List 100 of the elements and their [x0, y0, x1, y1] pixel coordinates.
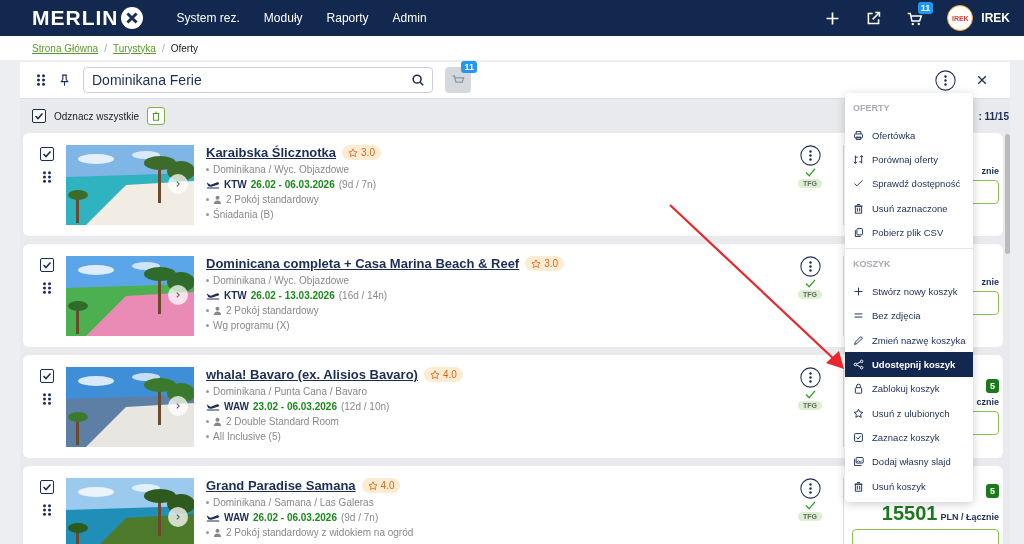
checkbox[interactable] — [32, 109, 46, 123]
menu-item[interactable]: Pobierz plik CSV — [845, 220, 973, 245]
check-icon — [804, 279, 816, 288]
drag-handle-icon[interactable] — [42, 503, 52, 517]
menu-item[interactable]: Porównaj oferty — [845, 147, 973, 172]
rating-value: 4.0 — [380, 480, 395, 491]
chevron-right-icon — [174, 513, 182, 521]
breadcrumb-link[interactable]: Strona Główna — [32, 42, 99, 54]
lock-icon — [853, 383, 864, 395]
nav-link[interactable]: System rez. — [176, 11, 240, 25]
duration-text: (12d / 10n) — [340, 401, 390, 412]
more-options-icon[interactable] — [799, 367, 821, 388]
search-field[interactable]: Dominikana Ferie — [83, 67, 433, 93]
price: 15501 — [881, 501, 938, 525]
user-name[interactable]: IREK — [981, 11, 1010, 25]
count-badge: 5 — [986, 483, 999, 498]
plane-icon — [206, 512, 220, 523]
menu-item[interactable]: Ofertówka — [845, 123, 973, 148]
nav-link[interactable]: Admin — [392, 11, 427, 25]
plus-icon — [853, 286, 864, 298]
pin-icon[interactable] — [58, 73, 71, 87]
location-text: Dominikana / Wyc. Objazdowe — [213, 164, 350, 175]
bullet — [206, 324, 209, 327]
delete-button[interactable] — [147, 107, 166, 125]
checkbox[interactable] — [40, 147, 54, 161]
menu-item[interactable]: Zmień nazwę koszyka — [845, 328, 973, 353]
chevron-right-icon — [174, 291, 182, 299]
offer-title-link[interactable]: Karaibska Ślicznotka — [206, 145, 337, 160]
airport-code: KTW — [224, 179, 247, 190]
nav-link[interactable]: Raporty — [326, 11, 369, 25]
plane-icon — [206, 179, 220, 190]
pencil-icon — [853, 334, 864, 346]
images-icon — [853, 456, 864, 468]
chevron-right-icon — [174, 180, 182, 188]
travel-dates: 26.02 - 13.03.2026 — [250, 290, 335, 301]
menu-item[interactable]: Bez zdjęcia — [845, 303, 973, 329]
checkbox[interactable] — [40, 369, 54, 383]
plane-icon — [206, 401, 220, 412]
drag-handle-icon[interactable] — [36, 73, 46, 87]
menu-item[interactable]: Udostępnij koszyk — [845, 352, 973, 377]
menu-section-title: KOSZYK — [852, 258, 892, 272]
nav-link[interactable]: Moduły — [263, 11, 303, 25]
trash-icon — [853, 202, 864, 214]
menu-item[interactable]: Usuń koszyk — [845, 473, 973, 499]
copy-icon — [853, 226, 864, 238]
star-icon — [367, 480, 378, 491]
breadcrumb-separator: / — [161, 42, 165, 54]
more-options-icon[interactable] — [935, 69, 956, 91]
menu-item[interactable]: Usuń z ulubionych — [845, 400, 973, 426]
breadcrumb-separator: / — [104, 42, 107, 54]
bullet — [206, 390, 209, 393]
scrollbar[interactable] — [1005, 134, 1010, 254]
offer-title-link[interactable]: Grand Paradise Samana — [206, 478, 356, 493]
menu-item[interactable]: Zaznacz koszyk — [845, 425, 973, 450]
duration-text: (9d / 7n) — [340, 512, 379, 523]
location-text: Dominikana / Wyc. Objazdowe — [213, 275, 350, 286]
menu-item[interactable]: Sprawdź dostępność — [845, 171, 973, 196]
price-label: cznie — [976, 397, 999, 407]
more-options-icon[interactable] — [799, 145, 821, 166]
logo[interactable]: MERLIN — [32, 6, 143, 30]
airport-code: WAW — [224, 401, 249, 412]
more-options-icon[interactable] — [799, 478, 821, 499]
menu-item[interactable]: Stwórz nowy koszyk — [845, 279, 973, 304]
menu-item[interactable]: Zablokuj koszyk — [845, 376, 973, 401]
person-icon — [213, 306, 222, 315]
room-text: 2 Pokój standardowy — [226, 194, 319, 205]
price-label: znie — [981, 166, 999, 176]
room-text: 2 Pokój standardowy z widokiem na ogród — [226, 527, 414, 538]
compare-icon — [853, 153, 864, 165]
star-icon — [348, 147, 359, 158]
select-all-label[interactable]: Odznacz wszystkie — [54, 110, 140, 122]
external-link-icon[interactable] — [865, 9, 883, 27]
search-icon[interactable] — [411, 73, 425, 87]
drag-handle-icon[interactable] — [42, 392, 52, 406]
cart-count-badge: 11 — [917, 1, 934, 14]
bullet — [206, 213, 209, 216]
board-text: Wg programu (X) — [213, 320, 290, 331]
offer-title-link[interactable]: Dominicana completa + Casa Marina Beach & Reef — [206, 256, 520, 271]
breadcrumb-link[interactable]: Turystyka — [112, 42, 156, 54]
room-text: 2 Double Standard Room — [226, 416, 339, 427]
check-icon — [804, 501, 816, 510]
menu-item[interactable]: Usuń zaznaczone — [845, 195, 973, 221]
more-options-icon[interactable] — [799, 256, 821, 277]
offer-title-link[interactable]: whala! Bavaro (ex. Alisios Bavaro) — [206, 367, 418, 382]
checkmark-icon — [41, 259, 53, 271]
person-icon — [213, 528, 222, 537]
star-icon — [853, 407, 864, 419]
breadcrumb-link[interactable]: Oferty — [170, 42, 198, 54]
board-text: All Inclusive (5) — [213, 431, 281, 442]
checkbox[interactable] — [40, 258, 54, 272]
drag-handle-icon[interactable] — [42, 170, 52, 184]
close-icon[interactable] — [976, 74, 988, 86]
drag-handle-icon[interactable] — [42, 281, 52, 295]
checkbox[interactable] — [40, 480, 54, 494]
count-badge: 5 — [986, 379, 999, 393]
rating-value: 4.0 — [442, 369, 457, 380]
share-icon — [853, 359, 864, 370]
bullet — [206, 420, 209, 423]
duration-text: (9d / 7n) — [338, 179, 376, 190]
menu-item[interactable]: Dodaj własny slajd — [845, 449, 973, 474]
